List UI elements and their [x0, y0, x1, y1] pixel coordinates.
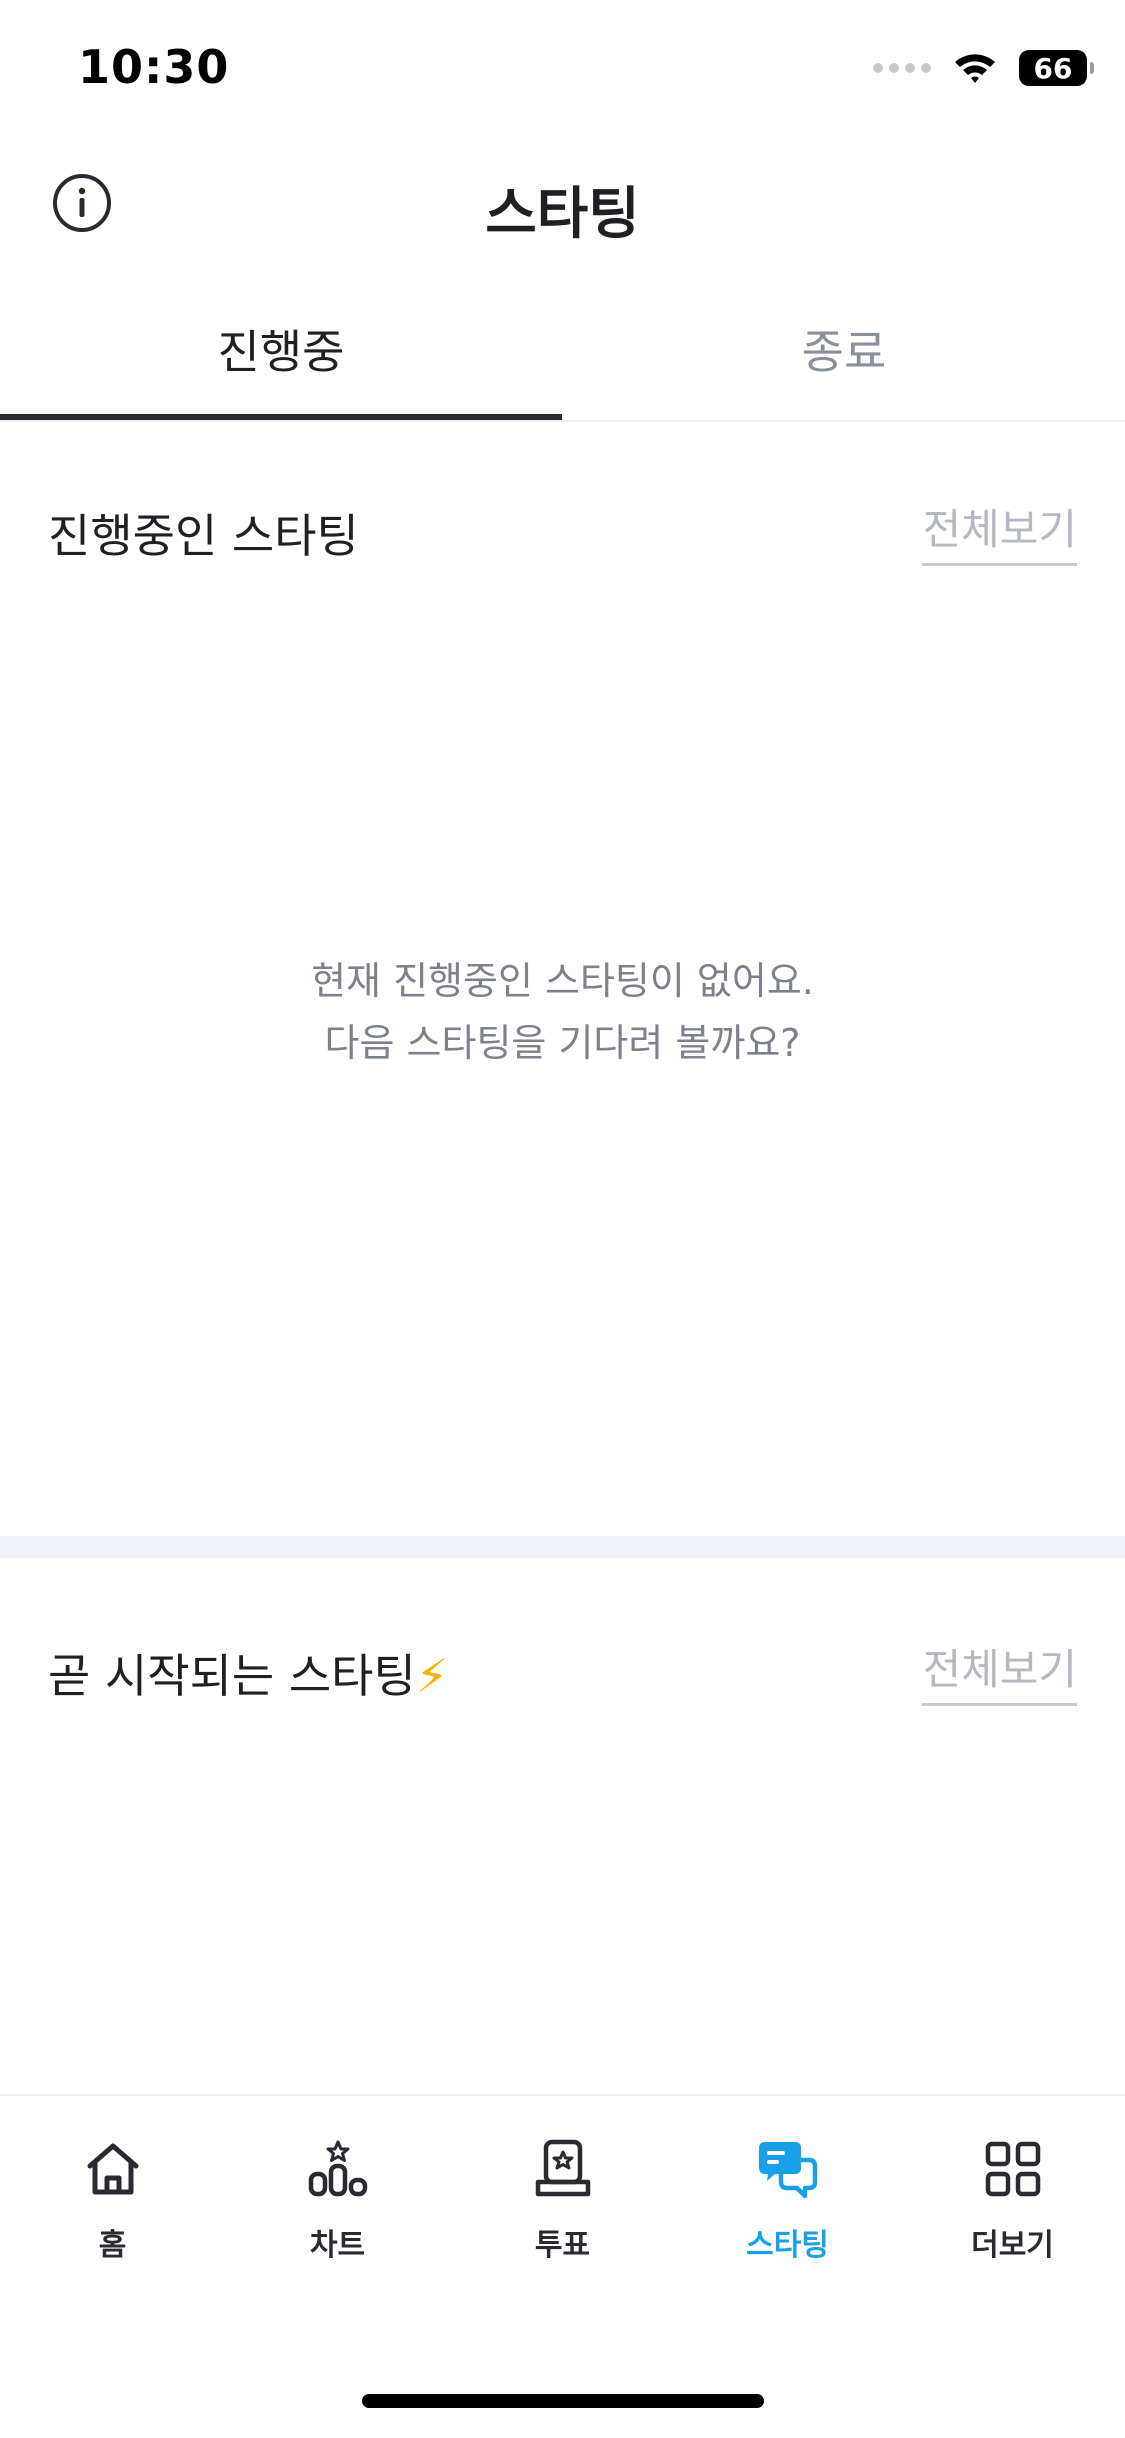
- nav-item-chart[interactable]: 차트: [225, 2136, 450, 2276]
- chat-bubbles-icon: [758, 2142, 817, 2199]
- upcoming-see-all-link[interactable]: 전체보기: [922, 1636, 1077, 1706]
- vote-icon: [535, 2139, 590, 2197]
- empty-state-message: 현재 진행중인 스타팅이 없어요. 다음 스타팅을 기다려 볼까요?: [0, 950, 1125, 1074]
- nav-label-home: 홈: [98, 2228, 127, 2263]
- grid-icon: [985, 2141, 1040, 2197]
- empty-state-line1: 현재 진행중인 스타팅이 없어요.: [311, 959, 814, 1003]
- home-icon: [87, 2143, 138, 2195]
- chart-icon: [308, 2140, 367, 2197]
- status-time: 10:30: [78, 40, 230, 94]
- cellular-signal-icon: [873, 63, 931, 73]
- page-title: 스타팅: [485, 182, 640, 247]
- tab-ended[interactable]: 종료: [563, 290, 1125, 418]
- upcoming-section-title: 곧 시작되는 스타팅⚡: [48, 1640, 448, 1706]
- nav-label-vote: 투표: [534, 2228, 591, 2263]
- status-indicators: 66: [873, 48, 1094, 88]
- nav-item-more[interactable]: 더보기: [900, 2136, 1125, 2276]
- tab-ongoing[interactable]: 진행중: [0, 290, 562, 420]
- nav-item-vote[interactable]: 투표: [450, 2136, 675, 2276]
- battery-icon: 66: [1019, 50, 1094, 86]
- wifi-icon: [955, 54, 995, 83]
- nav-label-more: 더보기: [971, 2228, 1054, 2263]
- upcoming-section-title-text: 곧 시작되는 스타팅: [48, 1649, 416, 1703]
- nav-label-starting: 스타팅: [746, 2228, 829, 2263]
- section-divider: [0, 1536, 1125, 1558]
- home-indicator[interactable]: [362, 2394, 764, 2408]
- ongoing-section-title: 진행중인 스타팅: [48, 509, 359, 563]
- lightning-icon: ⚡: [415, 1649, 449, 1703]
- status-bar: 10:30 66: [0, 0, 1125, 135]
- header: 스타팅: [0, 135, 1125, 270]
- tab-bar: 진행중 종료: [0, 290, 1125, 422]
- empty-state-line2: 다음 스타팅을 기다려 볼까요?: [324, 1021, 801, 1065]
- nav-item-starting[interactable]: 스타팅: [675, 2136, 900, 2276]
- ongoing-see-all-link[interactable]: 전체보기: [922, 496, 1077, 566]
- nav-item-home[interactable]: 홈: [0, 2136, 225, 2276]
- nav-label-chart: 차트: [309, 2228, 366, 2263]
- bottom-nav: 홈 차트 투표 스타팅 더보기: [0, 2094, 1125, 2438]
